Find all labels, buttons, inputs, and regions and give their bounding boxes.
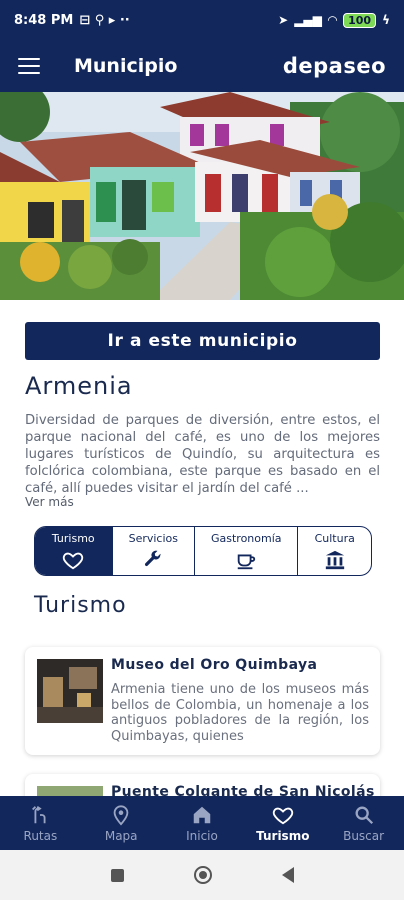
home-button[interactable] <box>193 866 212 884</box>
wifi-icon: ◠ <box>327 13 338 27</box>
category-tabs: Turismo Servicios Gastronomía Cultura <box>34 526 372 576</box>
place-description: Armenia tiene uno de los museos más bell… <box>111 682 369 744</box>
nav-turismo[interactable]: Turismo <box>242 796 323 850</box>
hamburger-menu-icon[interactable] <box>18 58 40 74</box>
place-card[interactable]: Museo del Oro Quimbaya Armenia tiene uno… <box>25 647 380 755</box>
nav-label: Inicio <box>186 828 218 843</box>
museum-icon <box>325 550 344 569</box>
wrench-icon <box>145 550 161 566</box>
municipio-name: Armenia <box>25 372 133 400</box>
nav-label: Mapa <box>104 828 138 843</box>
signal-icon: ▂▄▆ <box>294 13 322 27</box>
tab-label: Servicios <box>128 531 178 545</box>
tab-servicios[interactable]: Servicios <box>113 527 196 575</box>
system-navigation-bar <box>0 850 404 900</box>
routes-icon <box>32 805 46 823</box>
status-bar: 8:48 PM ⊟ ⚲ ▸ ·· ➤ ▂▄▆ ◠ 100 ϟ <box>0 0 404 40</box>
place-thumbnail <box>37 659 103 723</box>
tab-label: Cultura <box>314 531 355 545</box>
status-time: 8:48 PM <box>14 12 74 28</box>
bottom-navigation: Rutas Mapa Inicio Turismo Buscar <box>0 796 404 850</box>
search-icon <box>355 806 373 824</box>
location-icon: ➤ <box>278 13 289 27</box>
municipio-hero-image <box>0 92 404 300</box>
nav-mapa[interactable]: Mapa <box>81 796 162 850</box>
back-button[interactable] <box>281 867 294 883</box>
nav-buscar[interactable]: Buscar <box>323 796 404 850</box>
battery-indicator: 100 <box>343 12 377 28</box>
charging-icon: ϟ <box>382 13 390 27</box>
notification-icons: ⊟ ⚲ ▸ ·· <box>79 12 130 28</box>
nav-label: Turismo <box>256 828 310 843</box>
municipio-description: Diversidad de parques de diversión, entr… <box>25 413 380 496</box>
map-pin-icon <box>113 804 129 826</box>
page-title: Municipio <box>74 55 178 77</box>
tab-turismo[interactable]: Turismo <box>35 527 113 575</box>
home-icon <box>193 806 211 823</box>
tab-label: Gastronomía <box>210 531 282 545</box>
tab-cultura[interactable]: Cultura <box>298 527 371 575</box>
tab-label: Turismo <box>51 531 95 545</box>
nav-inicio[interactable]: Inicio <box>162 796 243 850</box>
brand-logo: depaseo <box>282 54 386 78</box>
heart-icon <box>272 807 293 824</box>
tab-gastronomia[interactable]: Gastronomía <box>195 527 299 575</box>
coffee-cup-icon <box>238 554 256 569</box>
nav-label: Rutas <box>23 828 58 843</box>
nav-rutas[interactable]: Rutas <box>0 796 81 850</box>
recent-apps-button[interactable] <box>110 868 124 882</box>
go-to-municipio-button[interactable]: Ir a este municipio <box>25 322 380 360</box>
place-title: Museo del Oro Quimbaya <box>111 657 318 673</box>
nav-label: Buscar <box>343 828 385 843</box>
heart-icon <box>63 552 84 569</box>
section-title: Turismo <box>34 593 127 618</box>
app-bar: Municipio depaseo <box>0 40 404 92</box>
see-more-link[interactable]: Ver más <box>25 495 74 509</box>
